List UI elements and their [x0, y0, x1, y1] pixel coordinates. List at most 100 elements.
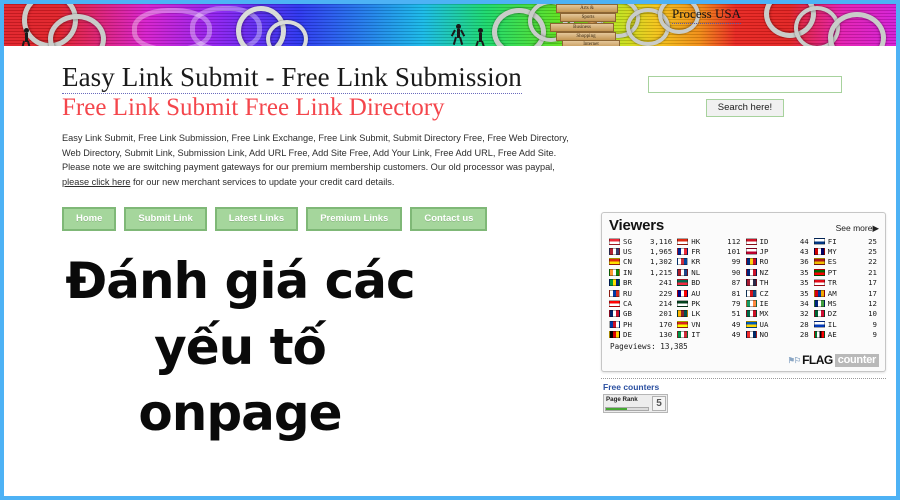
flag-counter-row: GB 201	[609, 309, 674, 319]
flag-counter-row: KR 99	[677, 257, 742, 267]
visitor-count: 32	[799, 309, 809, 319]
country-code: IN	[623, 267, 632, 277]
intro-text-before: Easy Link Submit, Free Link Submission, …	[62, 133, 569, 173]
flag-icon-in	[609, 268, 620, 276]
flag-icon-bd	[677, 279, 689, 287]
visitor-count: 9	[872, 330, 877, 340]
visitor-count: 99	[731, 257, 741, 267]
search-input[interactable]	[648, 76, 842, 93]
flag-counter-row: IN 1,215	[609, 267, 674, 277]
flag-counter-logo[interactable]: ⚑⚐ FLAG counter	[609, 353, 879, 368]
flag-counter-row: PT 21	[813, 267, 879, 277]
pagerank-widget[interactable]: Page Rank 5	[603, 394, 668, 413]
flag-counter-row: VN 49	[677, 319, 742, 329]
visitor-count: 49	[731, 330, 741, 340]
nav-item-home[interactable]: Home	[62, 207, 117, 231]
visitor-count: 35	[799, 267, 809, 277]
visitor-count: 112	[727, 236, 741, 246]
flag-counter-row: BR 241	[609, 278, 674, 288]
flag-icon-ph	[609, 320, 620, 328]
nav-item-contact-us[interactable]: Contact us	[410, 207, 488, 231]
country-code: NZ	[759, 267, 769, 277]
flag-icon-nz	[745, 268, 757, 276]
flag-counter-row: US 1,965	[609, 246, 674, 256]
intro-text-after: for our new merchant services to update …	[130, 176, 395, 187]
visitor-count: 214	[658, 299, 673, 309]
flag-icon-ro	[745, 258, 757, 266]
pageviews-label: Pageviews:	[610, 341, 656, 351]
flag-counter-row: MX 32	[745, 309, 811, 319]
visitor-count: 130	[658, 330, 673, 340]
free-counters-link[interactable]: Free counters	[603, 382, 659, 392]
visitor-count: 1,215	[650, 267, 673, 277]
country-code: RO	[759, 257, 769, 267]
flag-icon-de	[609, 331, 620, 339]
process-usa-link[interactable]: Process USA	[672, 6, 741, 24]
nav-item-premium-links[interactable]: Premium Links	[306, 207, 403, 231]
visitor-count: 170	[658, 319, 673, 329]
country-code: RU	[623, 288, 632, 298]
search-button[interactable]: Search here!	[705, 99, 785, 117]
country-code: ES	[827, 257, 837, 267]
flag-counter-row: FR 101	[677, 246, 742, 256]
flag-counter-row: NZ 35	[745, 267, 811, 277]
flag-counter-widget: Viewers See more▶ SG 3,116 US 1,965 CN 1,302 I…	[601, 212, 886, 372]
flag-icon-ae	[813, 331, 825, 339]
flag-icon-id	[745, 237, 757, 245]
visitor-count: 17	[868, 288, 877, 298]
country-code: TR	[827, 278, 837, 288]
page-title[interactable]: Easy Link Submit - Free Link Submission	[62, 62, 522, 94]
nav-item-submit-link[interactable]: Submit Link	[124, 207, 207, 231]
flag-icon-au	[677, 289, 689, 297]
flag-icon-am	[813, 289, 825, 297]
overlay-line-1: Đánh giá các	[65, 252, 415, 310]
flag-counter-row: TH 35	[745, 278, 811, 288]
please-click-here-link[interactable]: please click here	[62, 177, 130, 187]
flag-counter-row: AE 9	[813, 330, 879, 340]
visitor-count: 21	[868, 267, 877, 277]
flag-counter-row: ES 22	[813, 257, 879, 267]
country-code: VN	[691, 319, 701, 329]
country-code: PK	[691, 299, 701, 309]
country-code: BD	[691, 278, 701, 288]
flag-icon-nl	[677, 268, 689, 276]
visitor-count: 229	[658, 288, 673, 298]
country-code: FR	[691, 247, 701, 257]
nav-item-latest-links[interactable]: Latest Links	[214, 207, 299, 231]
see-more-link[interactable]: See more▶	[836, 223, 879, 233]
country-code: CN	[623, 257, 632, 267]
flag-counter-row: FI 25	[813, 236, 879, 246]
visitor-count: 101	[727, 247, 741, 257]
flag-counter-row: TR 17	[813, 278, 879, 288]
flag-counter-row: AM 17	[813, 288, 879, 298]
flag-counter-mark-icon: ⚑⚐	[787, 355, 801, 365]
flag-icon-my	[813, 248, 825, 256]
country-code: BR	[623, 278, 632, 288]
country-code: DE	[623, 330, 632, 340]
country-code: FI	[827, 236, 837, 246]
country-code: LK	[691, 309, 701, 319]
country-code: MX	[759, 309, 769, 319]
visitor-count: 81	[731, 288, 741, 298]
visitor-count: 51	[731, 309, 741, 319]
page-subtitle: Free Link Submit Free Link Directory	[62, 94, 445, 121]
flag-icon-ua	[745, 320, 757, 328]
country-code: AU	[691, 288, 701, 298]
main-navigation: Home Submit Link Latest Links Premium Li…	[62, 207, 488, 231]
country-code: IT	[691, 330, 701, 340]
country-code: IE	[759, 299, 769, 309]
flag-counter-row: DE 130	[609, 330, 674, 340]
pageviews-row: Pageviews: 13,385	[609, 342, 879, 351]
visitor-count: 1,302	[650, 257, 673, 267]
visitor-count: 25	[868, 247, 877, 257]
flag-counter-column: FI 25 MY 25 ES 22 PT 21 TR 17 AM 17 MS 12 DZ 10 IL 9 AE 9	[813, 236, 879, 340]
country-code: AM	[827, 288, 837, 298]
flag-counter-row: LK 51	[677, 309, 742, 319]
country-code: JP	[759, 247, 769, 257]
flag-counter-logo-flag: FLAG	[802, 353, 833, 368]
country-code: GB	[623, 309, 632, 319]
flag-counter-row: CN 1,302	[609, 257, 674, 267]
signpost-sign: Sports	[560, 13, 616, 22]
country-code: US	[623, 247, 632, 257]
flag-icon-ms	[813, 300, 825, 308]
